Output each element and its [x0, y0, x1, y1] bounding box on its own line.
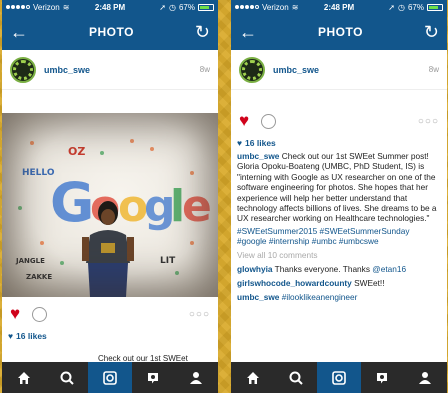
post-age: 8w [199, 65, 210, 74]
likes-count[interactable]: ♥ 16 likes [231, 138, 447, 148]
post-photo[interactable]: OZ HELLO G o o g l e JANGLE ZAKKE LIT [2, 113, 218, 297]
camera-icon [103, 370, 117, 385]
likes-label: 16 likes [245, 138, 276, 148]
post-header: umbc_swe 8w [2, 50, 218, 90]
tab-camera[interactable] [317, 362, 361, 393]
tab-camera[interactable] [88, 362, 132, 393]
search-icon [289, 371, 303, 385]
post-actions: ♥ ○○○ [231, 104, 447, 138]
heart-icon[interactable]: ♥ [10, 304, 20, 324]
post-caption: umbc_swe Check out our 1st SWEet Summer … [231, 148, 447, 224]
comment-username[interactable]: girlswhocode_howardcounty [237, 278, 352, 288]
refresh-icon[interactable]: ↻ [424, 23, 439, 41]
caption-username[interactable]: umbc_swe [237, 151, 279, 161]
post-hashtags[interactable]: #SWEetSummer2015 #SWEetSummerSunday #goo… [231, 226, 447, 247]
tab-activity[interactable] [132, 362, 175, 393]
avatar[interactable] [10, 56, 36, 83]
tab-profile[interactable] [404, 362, 447, 393]
caption-text: Check out our 1st SWEet Summer post! Glo… [237, 151, 437, 224]
post-username[interactable]: umbc_swe [44, 65, 90, 75]
page-title: PHOTO [88, 25, 134, 39]
nav-bar: ← PHOTO ↻ [231, 14, 447, 50]
avatar[interactable] [239, 56, 265, 83]
comment-item: umbc_swe #ilooklikeanengineer [231, 290, 447, 304]
post-header: umbc_swe 8w [231, 50, 447, 90]
phone-screen-right: Verizon ≋ 2:48 PM ➚ ◷ 67% ← PHOTO ↻ umbc… [231, 0, 447, 393]
comment-icon[interactable] [32, 306, 48, 322]
home-icon [17, 371, 30, 384]
caption-peek-text: Check out our 1st SWEet [98, 354, 188, 362]
caption-peek: Check out our 1st SWEet [2, 354, 218, 362]
small-heart-icon: ♥ [237, 138, 243, 148]
comment-username[interactable]: glowhyia [237, 264, 273, 274]
back-arrow-icon[interactable]: ← [10, 23, 28, 41]
view-all-comments-link[interactable]: View all 10 comments [231, 247, 447, 262]
post-actions: ♥ ○○○ [2, 297, 218, 331]
tab-profile[interactable] [175, 362, 218, 393]
comment-item: girlswhocode_howardcounty SWEet!! [231, 276, 447, 290]
nav-bar: ← PHOTO ↻ [2, 14, 218, 50]
status-bar: Verizon ≋ 2:48 PM ➚ ◷ 67% [2, 0, 218, 14]
tab-home[interactable] [231, 362, 274, 393]
tab-home[interactable] [2, 362, 45, 393]
back-arrow-icon[interactable]: ← [239, 23, 257, 41]
comment-username[interactable]: umbc_swe [237, 292, 279, 302]
tab-search[interactable] [45, 362, 88, 393]
comment-mention[interactable]: @etan16 [372, 264, 406, 274]
status-bar: Verizon ≋ 2:48 PM ➚ ◷ 67% [231, 0, 447, 14]
tab-activity[interactable] [361, 362, 404, 393]
likes-count[interactable]: ♥ 16 likes [2, 331, 218, 341]
profile-icon [419, 371, 432, 384]
comment-item: glowhyia Thanks everyone. Thanks @etan16 [231, 262, 447, 276]
tab-search[interactable] [274, 362, 317, 393]
refresh-icon[interactable]: ↻ [195, 23, 210, 41]
home-icon [246, 371, 259, 384]
comment-hashtag[interactable]: #ilooklikeanengineer [282, 292, 358, 302]
tab-bar [231, 362, 447, 393]
comment-icon[interactable] [261, 113, 277, 129]
search-icon [60, 371, 74, 385]
more-options-icon[interactable]: ○○○ [189, 309, 210, 320]
heart-icon[interactable]: ♥ [239, 111, 249, 131]
page-title: PHOTO [317, 25, 363, 39]
profile-icon [190, 371, 203, 384]
status-time: 2:48 PM [323, 2, 355, 12]
tab-bar [2, 362, 218, 393]
activity-icon [148, 372, 159, 383]
small-heart-icon: ♥ [8, 331, 14, 341]
activity-icon [377, 372, 388, 383]
camera-icon [332, 370, 346, 385]
comment-text: Thanks everyone. Thanks [274, 263, 373, 274]
battery-icon [198, 3, 214, 11]
battery-icon [427, 3, 443, 11]
phone-screen-left: Verizon ≋ 2:48 PM ➚ ◷ 67% ← PHOTO ↻ umbc… [2, 0, 218, 393]
likes-label: 16 likes [16, 331, 47, 341]
status-time: 2:48 PM [94, 2, 126, 12]
post-age: 8w [428, 65, 439, 74]
comment-text: SWEet!! [354, 278, 385, 289]
more-options-icon[interactable]: ○○○ [418, 116, 439, 127]
post-username[interactable]: umbc_swe [273, 65, 319, 75]
